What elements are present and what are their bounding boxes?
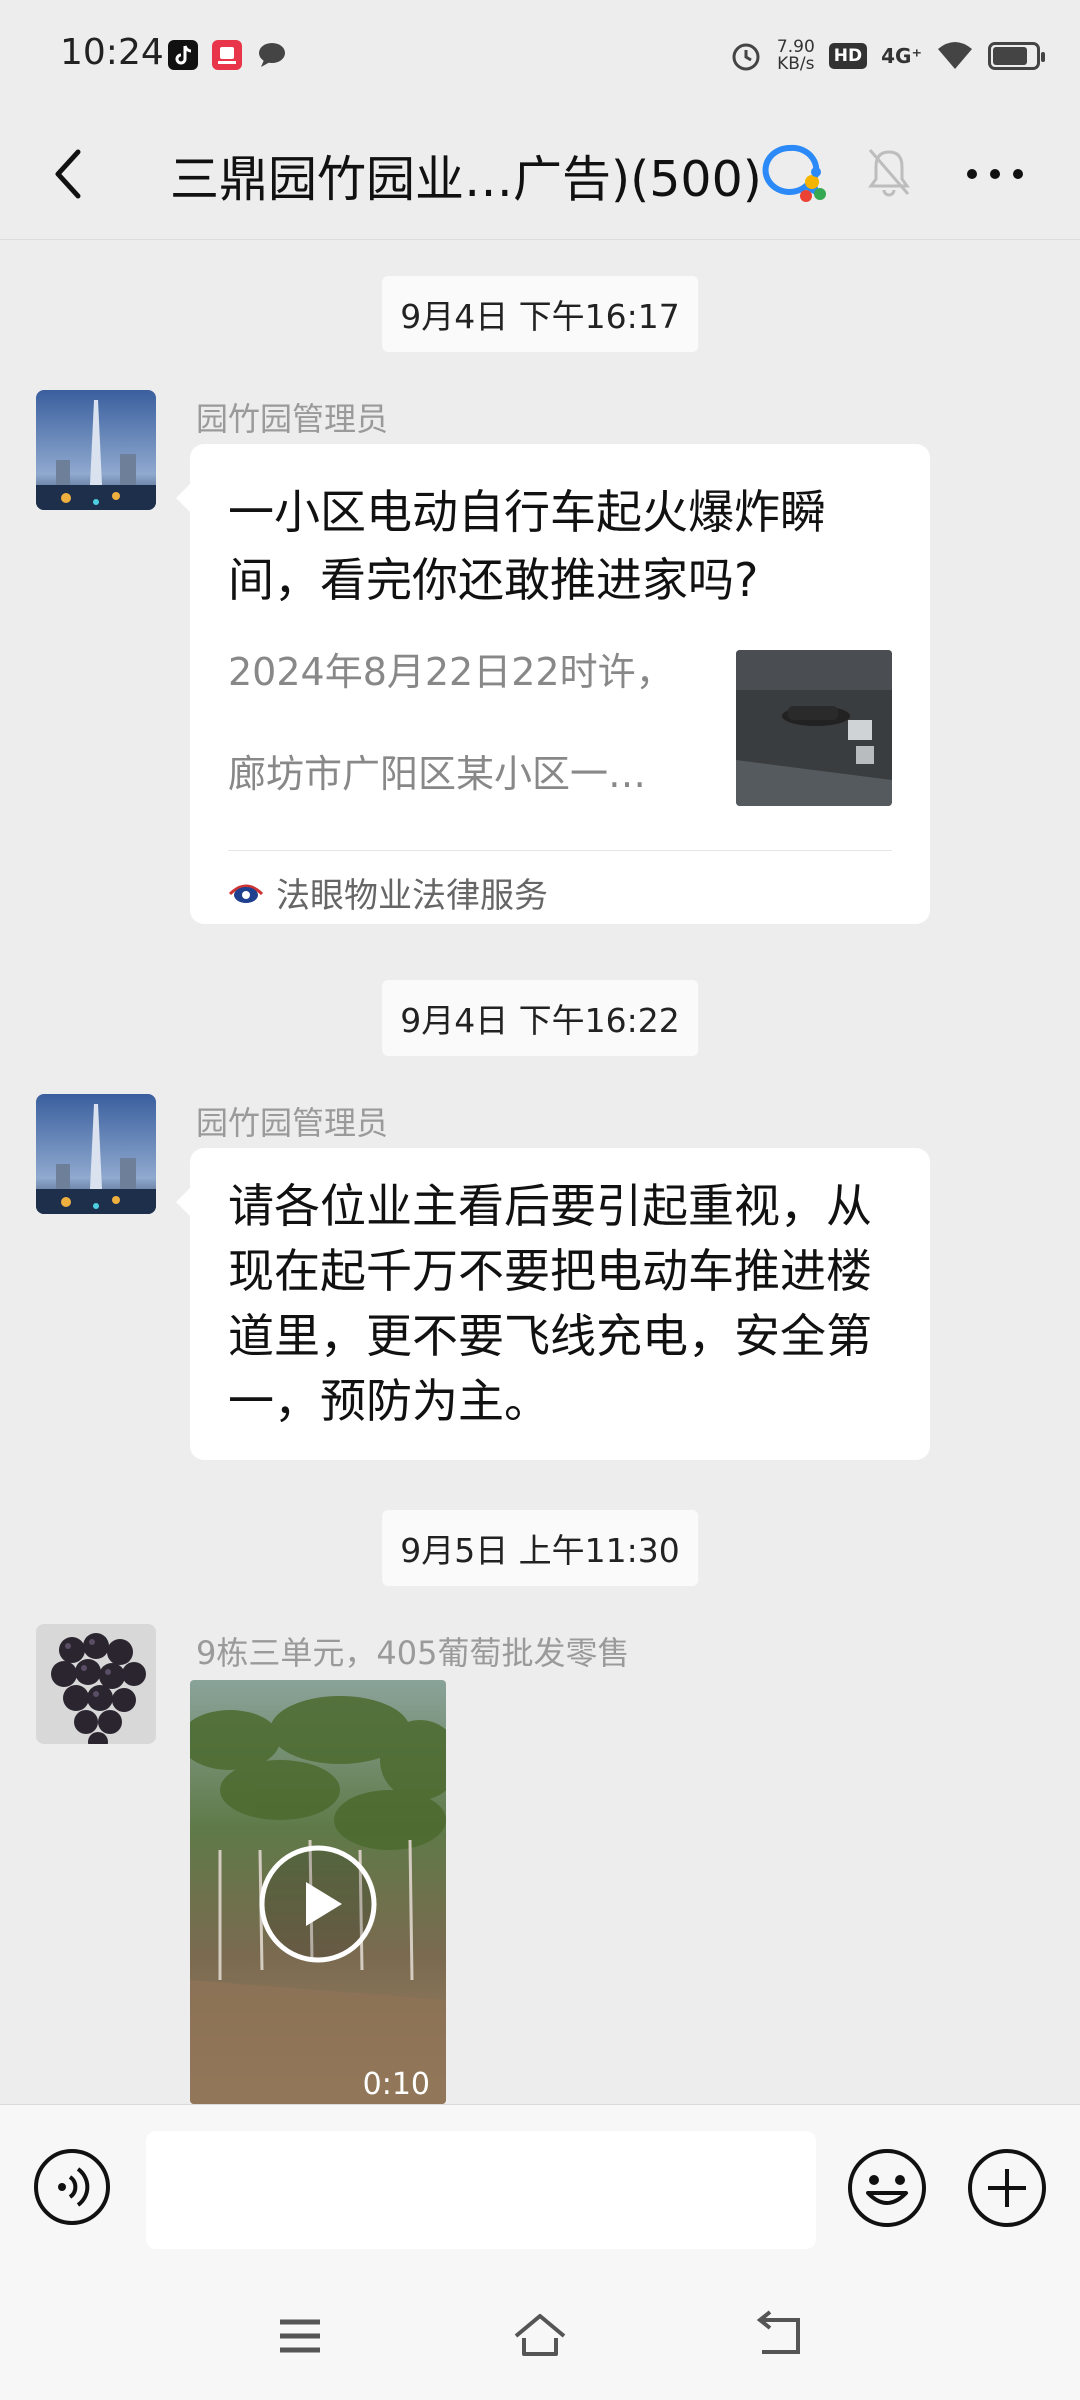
group-chat-icon[interactable] [760, 142, 830, 206]
text-bubble[interactable]: 请各位业主看后要引起重视，从现在起千万不要把电动车推进楼道里，更不要飞线充电，安… [176, 1148, 930, 1460]
timestamp-chip: 9月5日 上午11:30 [382, 1510, 698, 1586]
card-divider [228, 850, 892, 851]
sender-name: 9栋三单元，405葡萄批发零售 [196, 1634, 630, 1672]
plus-button[interactable] [966, 2147, 1048, 2229]
link-card-bubble[interactable]: 一小区电动自行车起火爆炸瞬间，看完你还敢推进家吗? 2024年8月22日22时许… [176, 444, 930, 924]
emoji-icon [848, 2149, 926, 2227]
wifi-icon [938, 42, 972, 69]
play-button[interactable] [258, 1844, 378, 1964]
sender-name: 园竹园管理员 [196, 400, 389, 438]
net-speed-unit: KB/s [777, 54, 815, 74]
card-description: 2024年8月22日22时许， 廊坊市广阳区某小区一… [228, 640, 698, 806]
input-bar [0, 2104, 1080, 2270]
avatar[interactable] [36, 390, 156, 510]
hd-badge: HD [828, 43, 868, 69]
menu-button[interactable] [272, 2308, 328, 2364]
status-right: 7.90 KB/s HD 4G⁺ [729, 36, 1045, 76]
home-button[interactable] [512, 2308, 568, 2364]
timestamp-chip: 9月4日 下午16:22 [382, 980, 698, 1056]
avatar[interactable] [36, 1624, 156, 1744]
chat-header: 三鼎园竹园业…广告)(500) [0, 112, 1080, 240]
play-icon [259, 1845, 377, 1963]
chat-title[interactable]: 三鼎园竹园业…广告)(500) [170, 140, 762, 211]
video-duration: 0:10 [362, 2067, 430, 2102]
battery-level [993, 47, 1027, 65]
status-time: 10:24 [60, 32, 164, 73]
nav-back-button[interactable] [752, 2308, 808, 2364]
timestamp-chip: 9月4日 下午16:17 [382, 276, 698, 352]
emoji-button[interactable] [846, 2147, 928, 2229]
plus-icon [968, 2149, 1046, 2227]
avatar[interactable] [36, 1094, 156, 1214]
tiktok-icon [168, 40, 198, 70]
back-icon [55, 149, 81, 199]
status-bar: 10:24 7.90 KB/s HD 4G⁺ [0, 0, 1080, 112]
sender-name: 园竹园管理员 [196, 1104, 389, 1142]
network-type: 4G⁺ [881, 44, 922, 68]
voice-button[interactable] [32, 2147, 112, 2227]
card-desc-line1: 2024年8月22日22时许， [228, 650, 674, 694]
card-title: 一小区电动自行车起火爆炸瞬间，看完你还敢推进家吗? [228, 485, 826, 607]
card-source: 法眼物业法律服务 [276, 876, 548, 916]
menu-icon [280, 2319, 320, 2353]
eye-icon [228, 874, 264, 910]
back-button[interactable] [40, 142, 100, 206]
alarm-icon [732, 43, 760, 71]
card-desc-line2: 廊坊市广阳区某小区一… [228, 752, 647, 796]
voice-icon [34, 2149, 110, 2225]
message-icon [256, 40, 286, 70]
app-icon [212, 40, 242, 70]
card-thumbnail [736, 650, 892, 806]
battery-icon [988, 42, 1045, 70]
net-speed: 7.90 KB/s [777, 39, 815, 73]
back-nav-icon [756, 2310, 800, 2354]
video-message[interactable]: 0:10 [190, 1680, 446, 2104]
message-input[interactable] [146, 2131, 816, 2249]
message-text: 请各位业主看后要引起重视，从现在起千万不要把电动车推进楼道里，更不要飞线充电，安… [228, 1179, 872, 1428]
system-nav-bar [0, 2270, 1080, 2400]
mute-bell-icon[interactable] [864, 144, 914, 200]
more-button[interactable] [960, 154, 1030, 194]
more-icon [967, 169, 1023, 179]
home-icon [514, 2314, 566, 2356]
